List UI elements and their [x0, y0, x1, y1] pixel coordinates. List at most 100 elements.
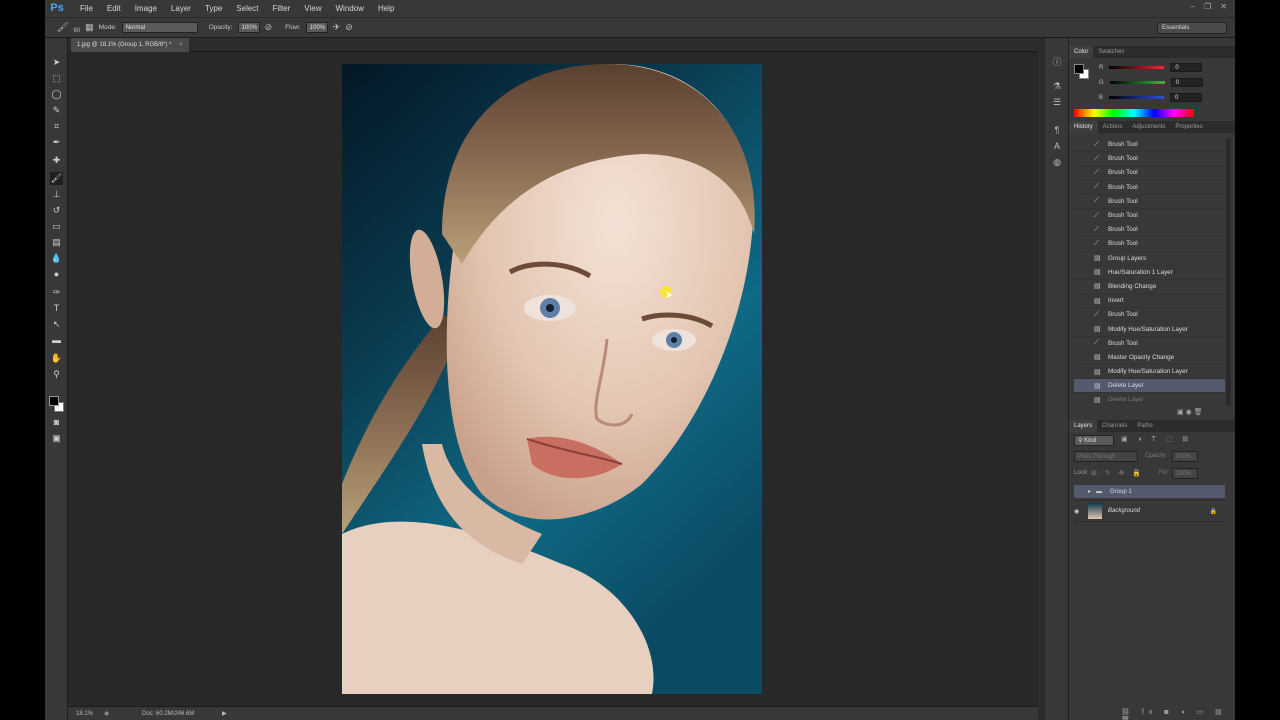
pressure-size-icon[interactable]: ⊘: [345, 22, 353, 33]
history-brush-source-box[interactable]: [1074, 351, 1084, 364]
flow-field[interactable]: 100%: [305, 22, 328, 33]
menu-window[interactable]: Window: [329, 0, 371, 17]
brush-presets-icon[interactable]: ⚗: [1051, 80, 1063, 92]
screen-mode-icon[interactable]: ▣: [50, 432, 63, 445]
paragraph-icon[interactable]: ¶: [1051, 124, 1063, 136]
document-tab[interactable]: 1.jpg @ 18.1% (Group 1, RGB/8*) * ×: [71, 38, 189, 52]
tab-layers[interactable]: Layers: [1069, 420, 1098, 432]
styles-icon[interactable]: ◍: [1051, 156, 1063, 168]
red-slider[interactable]: [1109, 66, 1165, 69]
airbrush-icon[interactable]: ✈: [333, 22, 341, 33]
history-brush-source-box[interactable]: [1074, 181, 1084, 194]
dodge-tool-icon[interactable]: ●: [50, 268, 63, 281]
tab-properties[interactable]: Properties: [1170, 121, 1207, 133]
history-brush-source-box[interactable]: [1074, 337, 1084, 350]
lock-icon[interactable]: 🔒: [1210, 508, 1217, 515]
history-item[interactable]: ⟋ Brush Tool: [1074, 337, 1225, 351]
move-tool-icon[interactable]: ➤: [50, 56, 63, 69]
layer-opacity-field[interactable]: 100%: [1172, 451, 1198, 462]
blue-slider[interactable]: [1109, 96, 1165, 99]
canvas-area[interactable]: ➤: [68, 52, 1038, 706]
history-brush-source-box[interactable]: [1074, 138, 1084, 151]
menu-type[interactable]: Type: [198, 0, 229, 17]
history-brush-source-box[interactable]: [1074, 252, 1084, 265]
character-icon[interactable]: A: [1051, 140, 1063, 152]
history-item[interactable]: ▤ Blending Change: [1074, 280, 1225, 295]
history-item[interactable]: ▤ Group Layers: [1074, 252, 1225, 266]
quick-select-tool-icon[interactable]: ✎: [50, 104, 63, 117]
layer-row-background[interactable]: ◉ Background 🔒: [1074, 500, 1225, 522]
brush-preset-icon[interactable]: 🖌: [57, 22, 68, 33]
history-item[interactable]: ▤ Modify Hue/Saturation Layer: [1074, 365, 1225, 380]
eraser-tool-icon[interactable]: ▭: [50, 220, 63, 233]
history-brush-source-box[interactable]: [1074, 365, 1084, 378]
menu-help[interactable]: Help: [371, 0, 401, 17]
tab-paths[interactable]: Paths: [1132, 420, 1157, 432]
menu-layer[interactable]: Layer: [164, 0, 198, 17]
pen-tool-icon[interactable]: ✑: [50, 286, 63, 299]
tab-swatches[interactable]: Swatches: [1093, 46, 1129, 58]
minimize-button[interactable]: –: [1191, 2, 1195, 11]
history-item[interactable]: ⟋ Brush Tool: [1074, 166, 1225, 181]
history-item[interactable]: ⟋ Brush Tool: [1074, 138, 1225, 153]
status-menu-arrow-icon[interactable]: ▶: [222, 707, 227, 720]
tab-channels[interactable]: Channels: [1097, 420, 1132, 432]
lock-icons[interactable]: ⊠ ✎ ✥ 🔒: [1091, 469, 1144, 477]
history-item[interactable]: ▤ Delete Layer: [1074, 393, 1225, 406]
history-brush-source-box[interactable]: [1074, 223, 1084, 236]
expand-arrow-icon[interactable]: ▸: [1088, 488, 1096, 495]
zoom-tool-icon[interactable]: ⚲: [50, 368, 63, 381]
gradient-tool-icon[interactable]: ▤: [50, 236, 63, 249]
delete-state-icon[interactable]: 🗑: [1194, 409, 1203, 416]
history-item[interactable]: ▤ Delete Layer: [1074, 379, 1225, 394]
adjustments-icon[interactable]: ☰: [1051, 96, 1063, 108]
quick-mask-icon[interactable]: ◙: [50, 416, 63, 429]
info-panel-icon[interactable]: ⓘ: [1051, 56, 1063, 68]
canvas-vertical-scrollbar[interactable]: [1038, 38, 1044, 720]
mode-select[interactable]: Normal: [121, 22, 198, 33]
portrait-photo[interactable]: ➤: [342, 64, 762, 694]
clone-stamp-tool-icon[interactable]: ⊥: [50, 188, 63, 201]
history-brush-source-box[interactable]: [1074, 280, 1084, 293]
tab-history[interactable]: History: [1069, 121, 1098, 133]
history-brush-source-box[interactable]: [1074, 393, 1084, 406]
history-item[interactable]: ⟋ Brush Tool: [1074, 209, 1225, 224]
blend-mode-select[interactable]: Pass Through: [1074, 451, 1138, 462]
menu-filter[interactable]: Filter: [266, 0, 298, 17]
crop-tool-icon[interactable]: ⌗: [50, 120, 63, 133]
history-item[interactable]: ⟋ Brush Tool: [1074, 237, 1225, 252]
eye-icon[interactable]: ◉: [1074, 508, 1088, 515]
history-item[interactable]: ⟋ Brush Tool: [1074, 308, 1225, 323]
history-item[interactable]: ▤ Invert: [1074, 294, 1225, 309]
history-item[interactable]: ▤ Master Opacity Change: [1074, 351, 1225, 365]
history-brush-source-box[interactable]: [1074, 294, 1084, 307]
blur-tool-icon[interactable]: 💧: [50, 252, 63, 265]
layers-bottom-icons[interactable]: ⛓ fx ◙ ◑ ▭ ▤ 🗑: [1121, 708, 1235, 720]
menu-file[interactable]: File: [73, 0, 100, 17]
history-item[interactable]: ▤ Hue/Saturation 1 Layer: [1074, 266, 1225, 280]
opacity-field[interactable]: 100%: [237, 22, 260, 33]
hand-tool-icon[interactable]: ✋: [50, 352, 63, 365]
history-scrollbar[interactable]: [1226, 138, 1231, 406]
workspace-switcher[interactable]: Essentials: [1157, 22, 1227, 34]
history-brush-source-box[interactable]: [1074, 195, 1084, 208]
type-tool-icon[interactable]: T: [50, 302, 63, 315]
history-brush-source-box[interactable]: [1074, 166, 1084, 179]
lasso-tool-icon[interactable]: ◯: [50, 88, 63, 101]
status-info-icon[interactable]: ◉: [104, 707, 109, 720]
history-brush-source-box[interactable]: [1074, 308, 1084, 321]
history-item[interactable]: ▤ Modify Hue/Saturation Layer: [1074, 322, 1225, 337]
new-document-from-state-icon[interactable]: ▣: [1177, 409, 1184, 416]
menu-select[interactable]: Select: [229, 0, 265, 17]
history-item[interactable]: ⟋ Brush Tool: [1074, 152, 1225, 167]
new-snapshot-icon[interactable]: ◉: [1186, 409, 1192, 416]
history-brush-source-box[interactable]: [1074, 209, 1084, 222]
path-select-tool-icon[interactable]: ↖: [50, 318, 63, 331]
brush-panel-icon[interactable]: ▦: [85, 22, 94, 33]
shape-tool-icon[interactable]: ▬: [50, 334, 63, 347]
history-brush-tool-icon[interactable]: ↺: [50, 204, 63, 217]
layer-filter-select[interactable]: ⚲ Kind: [1074, 435, 1114, 446]
zoom-readout[interactable]: 18.1%: [76, 707, 93, 720]
close-tab-button[interactable]: ×: [179, 42, 183, 48]
history-item[interactable]: ⟋ Brush Tool: [1074, 181, 1225, 195]
